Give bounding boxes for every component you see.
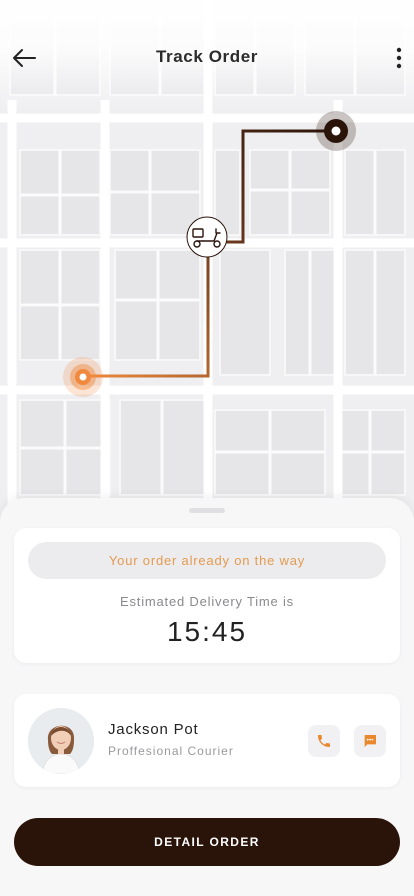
call-button[interactable] bbox=[308, 725, 340, 757]
avatar bbox=[28, 708, 94, 774]
chat-button[interactable] bbox=[354, 725, 386, 757]
scooter-icon bbox=[186, 216, 228, 258]
courier-card: Jackson Pot Proffesional Courier bbox=[14, 694, 400, 787]
more-vertical-icon bbox=[396, 47, 402, 69]
phone-icon bbox=[318, 735, 330, 747]
drag-handle[interactable] bbox=[189, 508, 225, 513]
delivery-status-card: Your order already on the way Estimated … bbox=[14, 528, 400, 663]
bottom-sheet: Your order already on the way Estimated … bbox=[0, 498, 414, 896]
chat-icon bbox=[364, 735, 376, 747]
eta-time: 15:45 bbox=[166, 616, 248, 647]
courier-role: Proffesional Courier bbox=[108, 744, 234, 758]
origin-marker bbox=[63, 357, 103, 397]
eta-label: Estimated Delivery Time is bbox=[120, 594, 294, 609]
more-button[interactable] bbox=[386, 42, 412, 74]
page-title: Track Order bbox=[155, 47, 259, 66]
courier-name: Jackson Pot bbox=[108, 721, 199, 738]
detail-order-button[interactable]: DETAIL ORDER bbox=[14, 818, 400, 866]
destination-marker bbox=[316, 111, 356, 151]
status-badge: Your order already on the way bbox=[28, 542, 386, 579]
top-bar: Track Order bbox=[0, 0, 414, 110]
